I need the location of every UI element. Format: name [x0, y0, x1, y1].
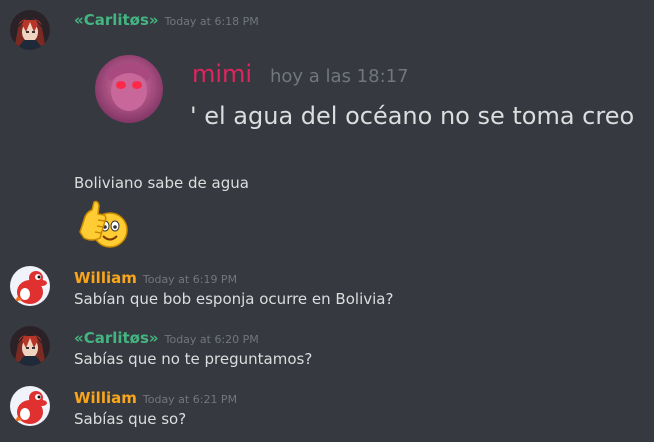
message-group: William Today at 6:21 PM Sabías que so? — [0, 382, 654, 440]
quoted-message-text: ' el agua del océano no se toma creo — [190, 102, 635, 130]
anime-avatar-icon — [10, 10, 50, 50]
quoted-avatar — [95, 55, 163, 123]
quoted-author-name: mimi — [192, 60, 253, 88]
timestamp: Today at 6:21 PM — [142, 393, 238, 406]
message-header: «Carlitøs» Today at 6:18 PM — [74, 10, 259, 29]
user-avatar[interactable] — [10, 386, 50, 426]
timestamp: Today at 6:18 PM — [164, 15, 259, 28]
message-header: William Today at 6:19 PM — [74, 268, 237, 287]
timestamp: Today at 6:19 PM — [142, 273, 238, 286]
message-text: Sabían que bob esponja ocurre en Bolivia… — [74, 290, 394, 308]
message-text: Boliviano sabe de agua — [74, 174, 249, 192]
thumbs-up-face-emoji-icon[interactable] — [74, 198, 130, 254]
author-name[interactable]: «Carlitøs» — [74, 11, 159, 29]
user-avatar[interactable] — [10, 326, 50, 366]
message-group: William Today at 6:19 PM Sabían que bob e… — [0, 262, 654, 320]
pink-anime-avatar-icon — [95, 55, 163, 123]
user-avatar[interactable] — [10, 266, 50, 306]
author-name[interactable]: «Carlitøs» — [74, 329, 159, 347]
red-yoshi-avatar-icon — [10, 386, 50, 426]
red-yoshi-avatar-icon — [10, 266, 50, 306]
user-avatar[interactable] — [10, 10, 50, 50]
timestamp: Today at 6:20 PM — [164, 333, 259, 346]
message-group: «Carlitøs» Today at 6:20 PM Sabías que no… — [0, 322, 654, 380]
author-name[interactable]: William — [74, 269, 137, 287]
message-text: Sabías que no te preguntamos? — [74, 350, 313, 368]
message-header: «Carlitøs» Today at 6:20 PM — [74, 328, 259, 347]
author-name[interactable]: William — [74, 389, 137, 407]
message-header: William Today at 6:21 PM — [74, 388, 237, 407]
quoted-timestamp: hoy a las 18:17 — [270, 66, 409, 87]
message-group: «Carlitøs» Today at 6:18 PM mimi hoy a la… — [0, 0, 654, 260]
anime-avatar-icon — [10, 326, 50, 366]
message-text: Sabías que so? — [74, 410, 187, 428]
